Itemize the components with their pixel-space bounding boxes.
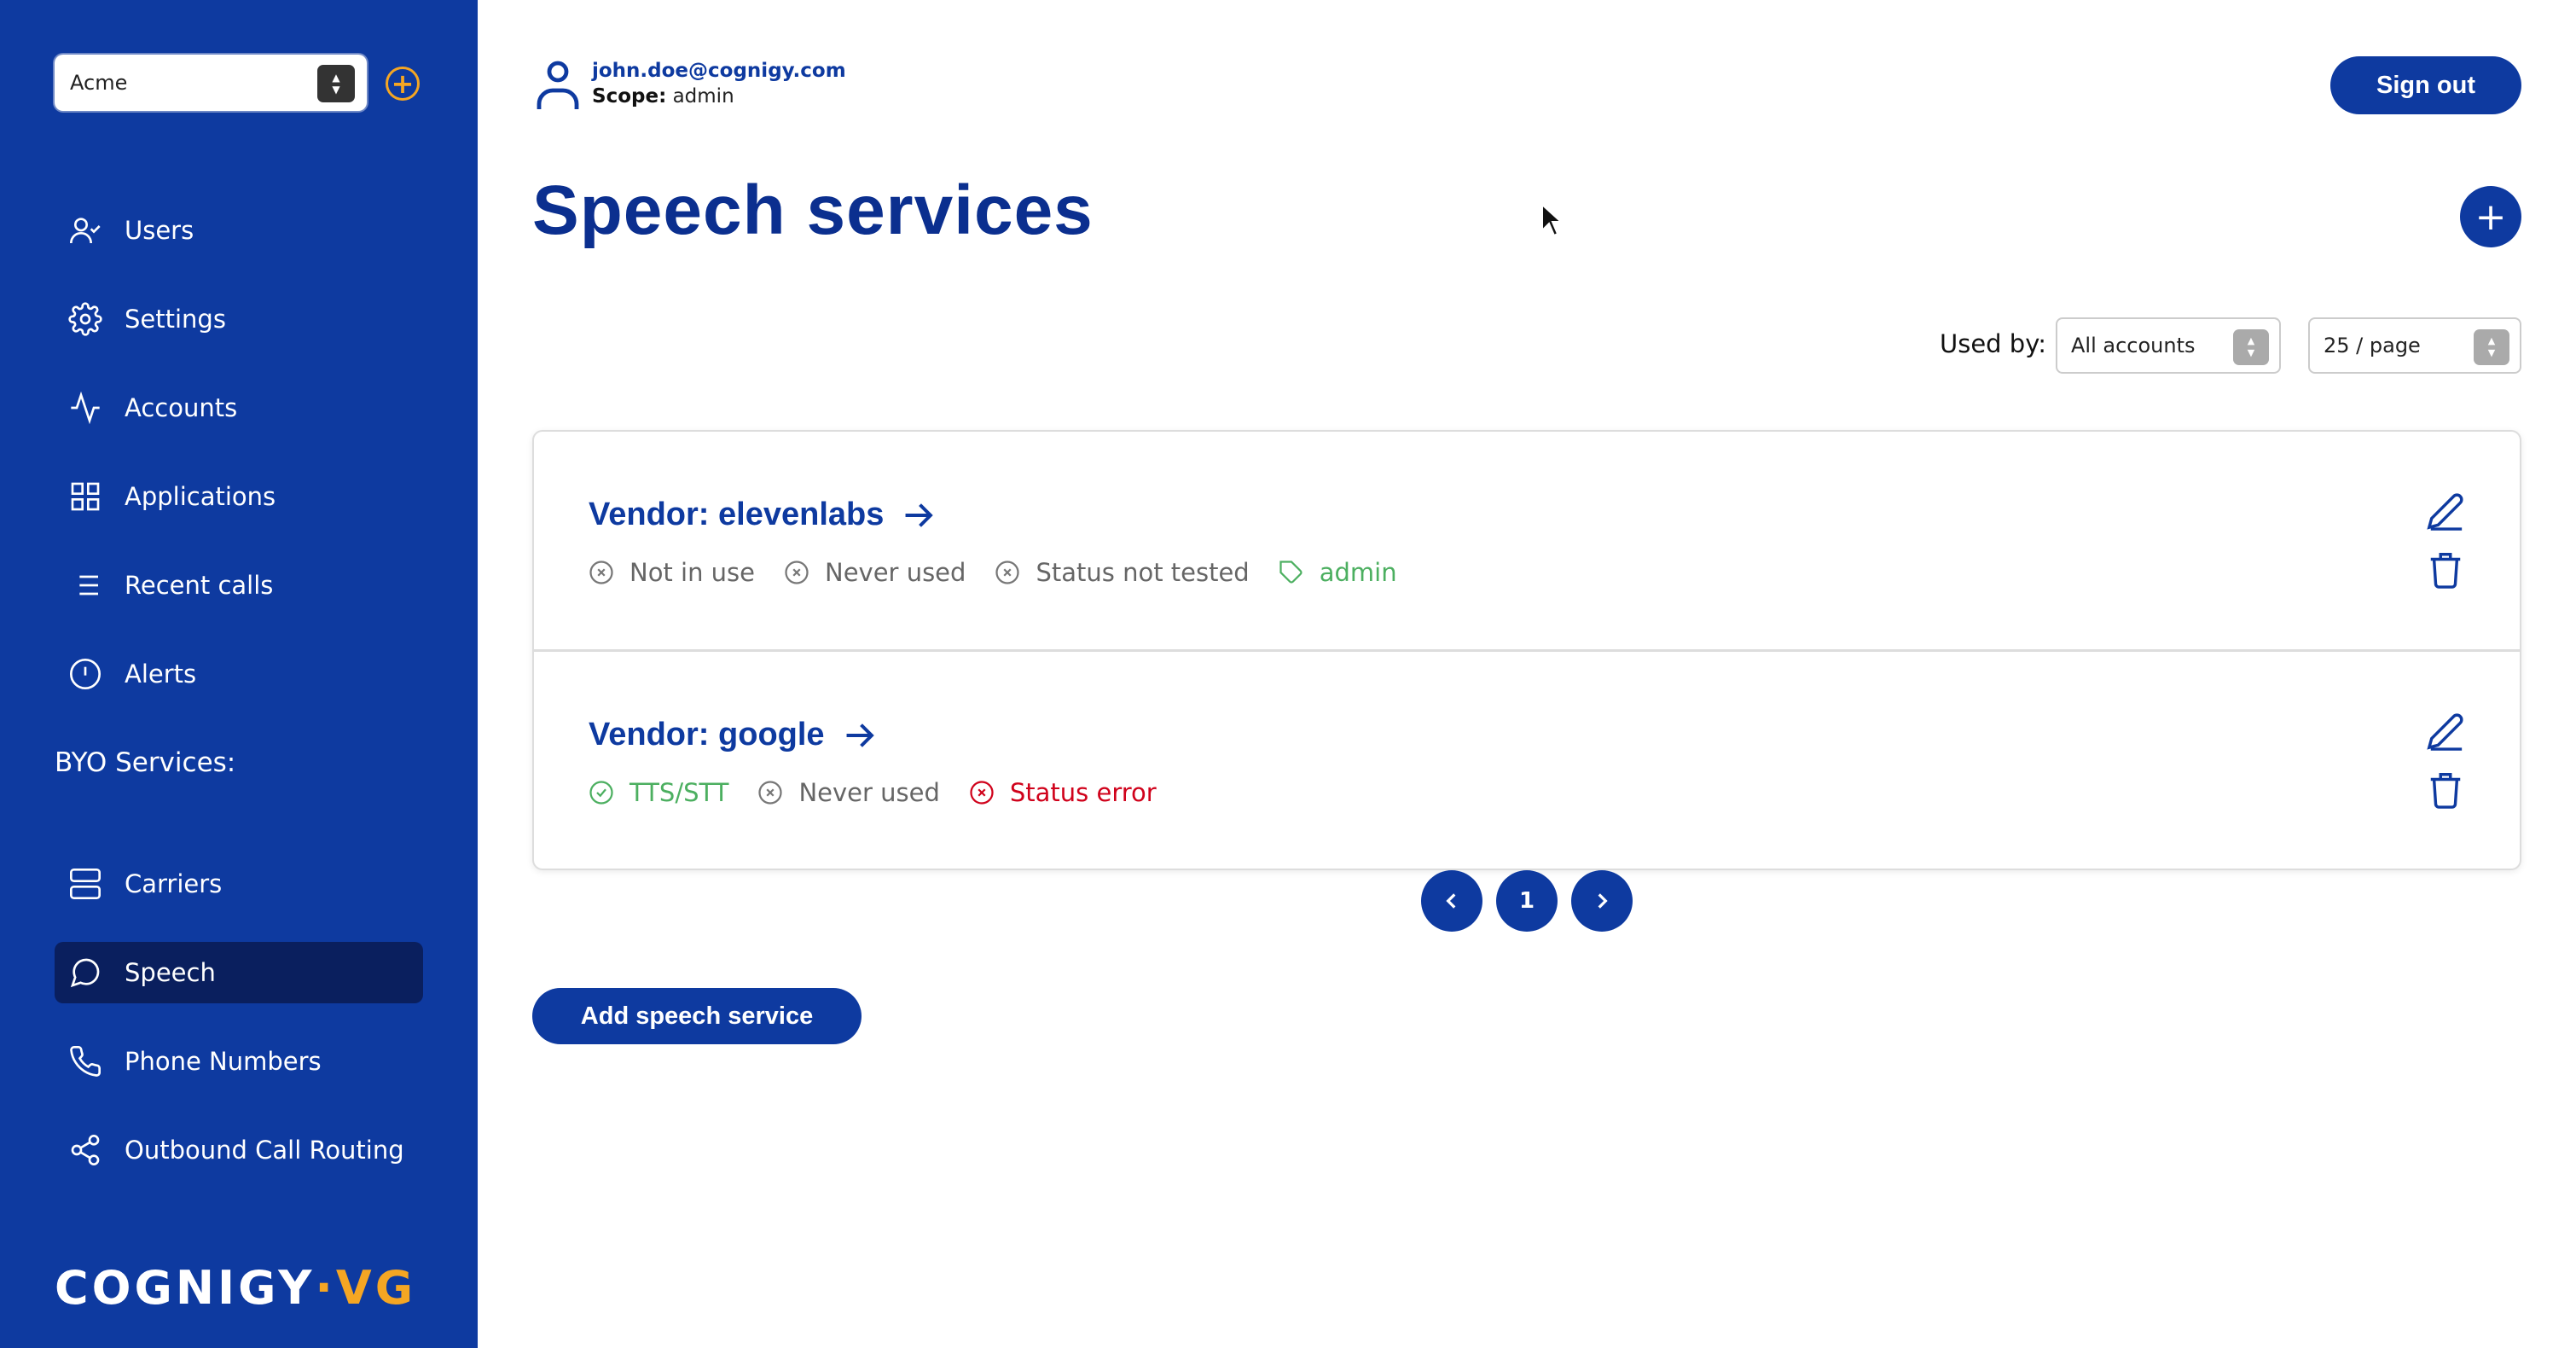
sidebar-item-accounts[interactable]: Accounts [55,377,423,439]
share-icon [67,1131,104,1169]
sidebar-item-label: Recent calls [125,571,274,600]
x-circle-icon [970,781,994,805]
edit-icon[interactable] [2426,491,2465,531]
alert-circle-icon [67,655,104,693]
status-not-in-use: Not in use [589,558,755,587]
status-not-tested: Status not tested [995,558,1250,587]
sidebar-item-label: Speech [125,958,216,987]
chevron-updown-icon: ▲ ▼ [2474,329,2509,365]
chevron-right-icon [1598,893,1608,909]
status-error: Status error [969,778,1157,807]
sidebar-item-label: Users [125,216,194,245]
trash-icon[interactable] [2426,770,2465,809]
prev-page-button[interactable] [1421,870,1482,932]
tag-icon [1279,561,1303,584]
add-service-button[interactable]: + [2460,186,2521,247]
user-info: john.doe@cognigy.com Scope: admin [534,58,846,109]
account-select-value: Acme [70,71,128,95]
phone-icon [67,1043,104,1080]
vendor-link[interactable]: Vendor: google [589,717,876,753]
byo-services-heading: BYO Services: [55,747,236,778]
sidebar-item-alerts[interactable]: Alerts [55,643,423,705]
used-by-value: All accounts [2071,334,2196,357]
used-by-label: Used by: [1940,329,2047,358]
x-circle-icon [589,561,613,584]
chevron-updown-icon: ▲ ▼ [317,65,355,102]
status-never-used: Never used [784,558,966,587]
status-never-used: Never used [757,778,940,807]
sidebar-item-applications[interactable]: Applications [55,466,423,527]
sidebar-item-label: Alerts [125,659,197,689]
sidebar-item-carriers[interactable]: Carriers [55,853,423,915]
grid-icon [67,478,104,515]
sidebar-item-label: Applications [125,482,276,511]
edit-icon[interactable] [2426,712,2465,751]
x-circle-icon [995,561,1020,584]
user-check-icon [67,212,104,249]
vendor-link[interactable]: Vendor: elevenlabs [589,497,935,533]
sidebar-item-label: Outbound Call Routing [125,1136,404,1165]
page-title: Speech services [532,171,1094,249]
mouse-cursor-icon [1541,203,1563,237]
cognigy-vg-logo: COGNIGY·VG [55,1261,417,1315]
sidebar-item-label: Settings [125,305,226,334]
sidebar-item-phone-numbers[interactable]: Phone Numbers [55,1031,423,1092]
arrow-right-icon [846,723,874,747]
account-select[interactable]: Acme ▲ ▼ [55,55,367,111]
gear-icon [67,300,104,338]
status-tts-stt: TTS/STT [589,778,728,807]
row-actions [2426,491,2465,607]
status-line: TTS/STT Never used Status error [589,778,1186,807]
user-scope: Scope: admin [592,85,734,107]
chevron-left-icon [1446,893,1456,909]
status-line: Not in use Never used Status not tested … [589,558,1426,587]
user-icon [534,58,582,109]
sidebar-item-settings[interactable]: Settings [55,288,423,350]
add-account-button[interactable]: + [386,67,420,101]
plus-icon: + [391,67,415,100]
used-by-select[interactable]: All accounts ▲ ▼ [2056,317,2281,374]
row-actions [2426,712,2465,828]
user-email: john.doe@cognigy.com [592,60,846,82]
arrow-right-icon [905,503,934,527]
sidebar-item-label: Accounts [125,393,238,422]
speech-services-list: Vendor: elevenlabs Not in use Never used… [532,430,2521,870]
list-item: Vendor: google TTS/STT Never used Status… [534,652,2520,872]
sidebar-item-label: Phone Numbers [125,1047,322,1076]
server-icon [67,865,104,903]
trash-icon[interactable] [2426,549,2465,589]
page-number-button[interactable]: 1 [1496,870,1558,932]
plus-icon: + [2474,195,2507,239]
message-circle-icon [67,954,104,991]
chevron-updown-icon: ▲ ▼ [2233,329,2269,365]
x-circle-icon [758,781,783,805]
check-circle-icon [589,781,613,805]
per-page-value: 25 / page [2324,334,2421,357]
sidebar-item-outbound-call-routing[interactable]: Outbound Call Routing [55,1119,423,1181]
add-speech-service-button[interactable]: Add speech service [532,988,862,1044]
sidebar-item-users[interactable]: Users [55,200,423,261]
sign-out-button[interactable]: Sign out [2330,56,2521,114]
next-page-button[interactable] [1571,870,1633,932]
x-circle-icon [785,561,809,584]
per-page-select[interactable]: 25 / page ▲ ▼ [2308,317,2521,374]
sidebar-item-recent-calls[interactable]: Recent calls [55,555,423,616]
sidebar-item-speech[interactable]: Speech [55,942,423,1003]
activity-icon [67,389,104,427]
sidebar-item-label: Carriers [125,869,223,898]
sidebar: Acme ▲ ▼ + Users Settings Accounts Applic… [0,0,478,1348]
scope-tag: admin [1279,558,1397,587]
list-icon [67,567,104,604]
list-item: Vendor: elevenlabs Not in use Never used… [534,432,2520,652]
